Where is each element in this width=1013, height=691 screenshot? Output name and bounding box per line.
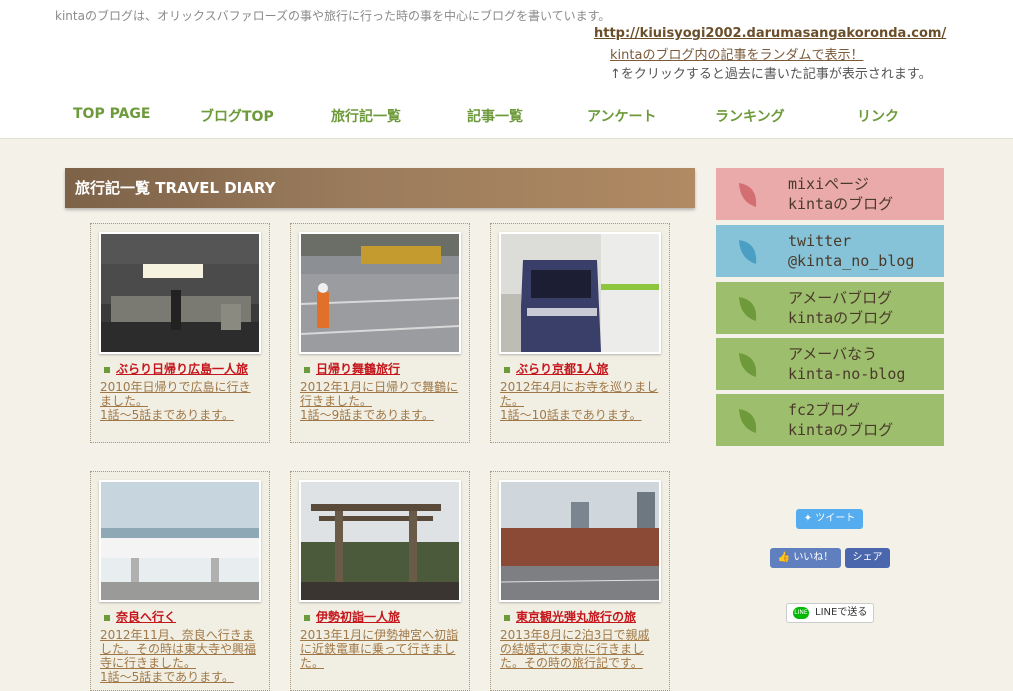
card-description[interactable]: 2010年日帰りで広島に行きました。 1話～5話まであります。 xyxy=(100,380,260,422)
banner-line1: アメーバなう xyxy=(788,345,878,363)
nav-links[interactable]: リンク xyxy=(857,106,899,126)
card-title-link[interactable]: 東京観光弾丸旅行の旅 xyxy=(504,608,636,625)
card-description[interactable]: 2012年4月にお寺を巡りました。 1話～10話まであります。 xyxy=(500,380,660,422)
section-title: 旅行記一覧 TRAVEL DIARY xyxy=(65,168,695,208)
banner-line2: kintaのブログ xyxy=(788,195,894,213)
thumbs-up-icon: 👍 xyxy=(777,552,791,563)
card-thumbnail[interactable] xyxy=(99,480,261,602)
card-thumbnail[interactable] xyxy=(299,480,461,602)
twitter-banner[interactable]: twitter @kinta_no_blog xyxy=(716,225,944,277)
travel-card-maizuru[interactable]: 日帰り舞鶴旅行 2012年1月に日帰りで舞鶴に行きました。 1話～9話までありま… xyxy=(290,223,470,443)
ameba-blog-banner[interactable]: アメーバブログ kintaのブログ xyxy=(716,282,944,334)
leaf-icon xyxy=(739,183,757,207)
banner-line2: kintaのブログ xyxy=(788,309,894,327)
travel-card-kyoto[interactable]: ぶらり京都1人旅 2012年4月にお寺を巡りました。 1話～10話まであります。 xyxy=(490,223,670,443)
card-description[interactable]: 2013年1月に伊勢神宮へ初詣に近鉄電車に乗って行きました。 xyxy=(300,628,460,670)
banner-line2: @kinta_no_blog xyxy=(788,252,915,270)
line-label: LINEで送る xyxy=(815,607,868,618)
card-title-link[interactable]: ぶらり日帰り広島一人旅 xyxy=(104,360,248,377)
random-article-link[interactable]: kintaのブログ内の記事をランダムで表示！ xyxy=(610,44,863,63)
card-description[interactable]: 2013年8月に2泊3日で親戚の結婚式で東京に行きました。その時の旅行記です。 xyxy=(500,628,660,670)
banner-line2: kinta-no-blog xyxy=(788,365,906,383)
leaf-icon xyxy=(739,353,757,377)
ameba-now-banner[interactable]: アメーバなう kinta-no-blog xyxy=(716,338,944,390)
nav-blog-top[interactable]: ブログTOP xyxy=(200,106,274,126)
leaf-icon xyxy=(739,297,757,321)
travel-card-nara[interactable]: 奈良へ行く 2012年11月、奈良へ行きました。その時は東大寺や興福寺に行きまし… xyxy=(90,471,270,691)
leaf-icon xyxy=(739,409,757,433)
travel-card-ise[interactable]: 伊勢初詣一人旅 2013年1月に伊勢神宮へ初詣に近鉄電車に乗って行きました。 xyxy=(290,471,470,691)
travel-card-hiroshima[interactable]: ぶらり日帰り広島一人旅 2010年日帰りで広島に行きました。 1話～5話まであり… xyxy=(90,223,270,443)
line-logo-icon: LINE xyxy=(793,607,809,619)
nav-article-list[interactable]: 記事一覧 xyxy=(467,106,523,126)
tweet-button[interactable]: ✦ ツイート xyxy=(796,509,863,529)
leaf-icon xyxy=(739,240,757,264)
card-thumbnail[interactable] xyxy=(99,232,261,354)
site-header: kintaのブログは、オリックスバファローズの事や旅行に行った時の事を中心にブロ… xyxy=(0,0,1013,139)
card-thumbnail[interactable] xyxy=(499,480,661,602)
travel-card-tokyo[interactable]: 東京観光弾丸旅行の旅 2013年8月に2泊3日で親戚の結婚式で東京に行きました。… xyxy=(490,471,670,691)
fc2-blog-banner[interactable]: fc2ブログ kintaのブログ xyxy=(716,394,944,446)
banner-line1: アメーバブログ xyxy=(788,289,893,307)
main-nav: TOP PAGE ブログTOP 旅行記一覧 記事一覧 アンケート ランキング リ… xyxy=(0,106,1013,128)
line-send-button[interactable]: LINE LINEで送る xyxy=(786,603,874,623)
card-title-link[interactable]: ぶらり京都1人旅 xyxy=(504,360,608,377)
like-label: いいね！ xyxy=(793,552,834,563)
banner-line1: fc2ブログ xyxy=(788,401,861,419)
banner-line1: mixiページ xyxy=(788,175,869,193)
card-description[interactable]: 2012年11月、奈良へ行きました。その時は東大寺や興福寺に行きました。 1話～… xyxy=(100,628,260,684)
nav-ranking[interactable]: ランキング xyxy=(715,106,785,126)
facebook-share-button[interactable]: シェア xyxy=(845,548,890,568)
random-article-note: ↑をクリックすると過去に書いた記事が表示されます。 xyxy=(610,67,932,82)
card-title-link[interactable]: 奈良へ行く xyxy=(104,608,176,625)
card-description[interactable]: 2012年1月に日帰りで舞鶴に行きました。 1話～9話まであります。 xyxy=(300,380,460,422)
twitter-bird-icon: ✦ xyxy=(803,513,813,524)
card-thumbnail[interactable] xyxy=(299,232,461,354)
card-thumbnail[interactable] xyxy=(499,232,661,354)
mixi-banner[interactable]: mixiページ kintaのブログ xyxy=(716,168,944,220)
banner-line1: twitter xyxy=(788,232,852,250)
nav-travel-list[interactable]: 旅行記一覧 xyxy=(331,106,401,126)
nav-top-page[interactable]: TOP PAGE xyxy=(73,106,150,122)
banner-line2: kintaのブログ xyxy=(788,421,894,439)
facebook-like-button[interactable]: 👍 いいね！ xyxy=(770,548,841,568)
card-title-link[interactable]: 日帰り舞鶴旅行 xyxy=(304,360,400,377)
card-title-link[interactable]: 伊勢初詣一人旅 xyxy=(304,608,400,625)
nav-survey[interactable]: アンケート xyxy=(587,106,656,126)
site-description: kintaのブログは、オリックスバファローズの事や旅行に行った時の事を中心にブロ… xyxy=(55,9,611,23)
site-url-link[interactable]: http://kiuisyogi2002.darumasangakoronda.… xyxy=(594,26,946,41)
tweet-label: ツイート xyxy=(815,513,856,524)
